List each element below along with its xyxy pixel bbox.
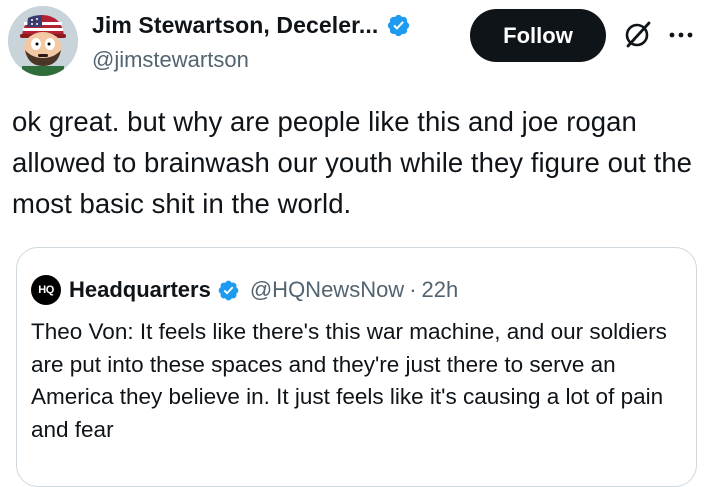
tweet: Jim Stewartson, Deceler... @jimstewartso…	[0, 0, 709, 487]
more-options-icon[interactable]	[664, 22, 698, 48]
separator-dot: ·	[409, 277, 417, 302]
quoted-tweet-header: HQ Headquarters @HQNewsNow · 22h	[31, 275, 459, 305]
author-avatar[interactable]	[8, 6, 78, 76]
author-name-row: Jim Stewartson, Deceler...	[92, 10, 411, 40]
follow-button[interactable]: Follow	[470, 9, 606, 62]
author-display-name[interactable]: Jim Stewartson, Deceler...	[92, 12, 378, 39]
cartoon-avatar-icon	[8, 6, 78, 76]
quoted-author-avatar[interactable]: HQ	[31, 275, 61, 305]
verified-badge-icon	[388, 14, 410, 36]
quoted-timestamp[interactable]: 22h	[422, 277, 459, 303]
tweet-text: ok great. but why are people like this a…	[12, 106, 693, 219]
quoted-tweet-text: Theo Von: It feels like there's this war…	[31, 319, 667, 442]
quoted-author-name[interactable]: Headquarters	[69, 277, 211, 303]
grok-icon[interactable]	[622, 20, 652, 50]
quoted-tweet[interactable]: HQ Headquarters @HQNewsNow · 22h Theo Vo…	[16, 247, 697, 487]
verified-badge-icon	[218, 280, 239, 300]
author-handle[interactable]: @jimstewartson	[92, 47, 249, 73]
quoted-author-handle[interactable]: @HQNewsNow	[250, 277, 404, 303]
